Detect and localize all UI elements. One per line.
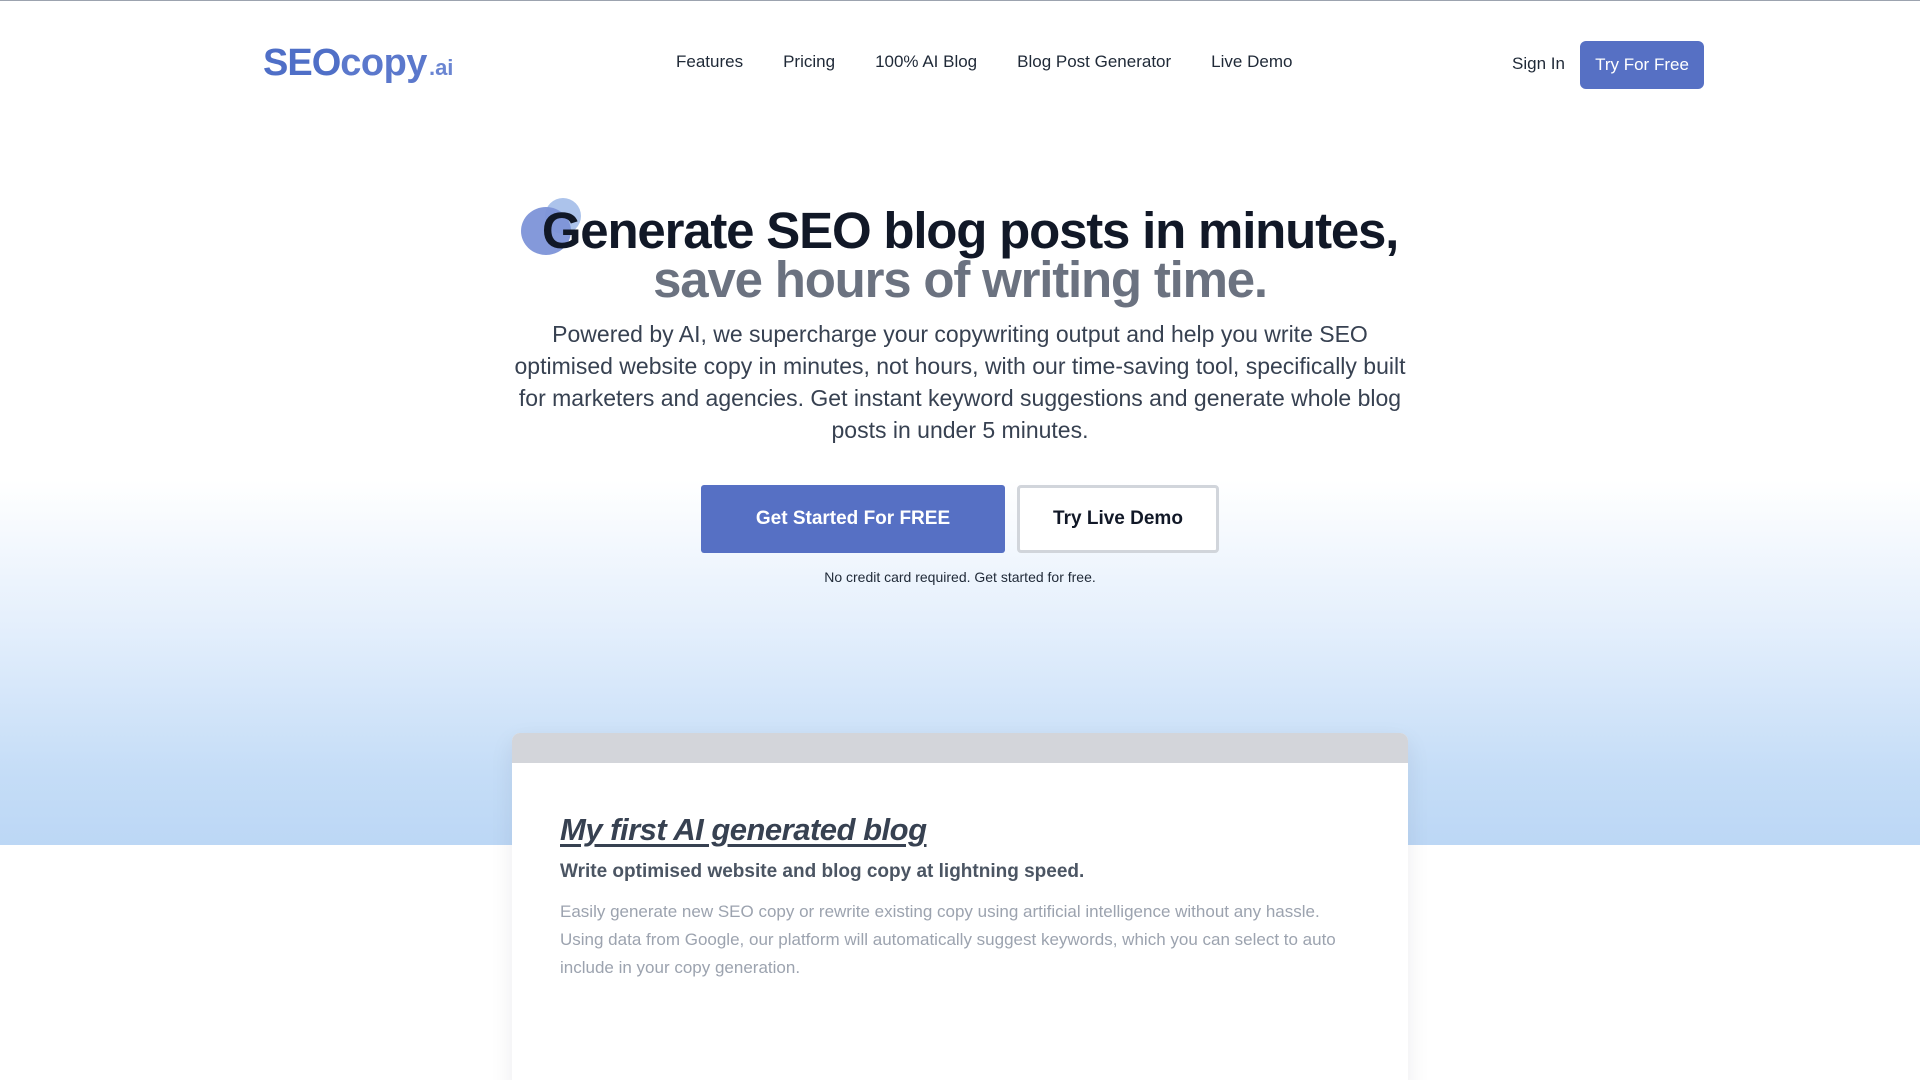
logo-seo: SEO [263,42,341,84]
nav-features[interactable]: Features [676,52,743,72]
demo-blog-title: My first AI generated blog [560,812,927,847]
nav-blog-post-generator[interactable]: Blog Post Generator [1017,52,1171,72]
demo-blog-body: Easily generate new SEO copy or rewrite … [560,902,1336,977]
try-live-demo-button[interactable]: Try Live Demo [1017,485,1219,553]
nav-live-demo[interactable]: Live Demo [1211,52,1292,72]
no-credit-card-note: No credit card required. Get started for… [824,569,1096,585]
main-nav: Features Pricing 100% AI Blog Blog Post … [676,52,1332,72]
hero-title: Generate SEO blog posts in minutes, save… [480,202,1440,308]
hero-description: Powered by AI, we supercharge your copyw… [514,321,1406,443]
demo-blog-subtitle: Write optimised website and blog copy at… [560,861,1085,882]
sign-in-link[interactable]: Sign In [1512,54,1565,74]
logo[interactable]: SEO copy .ai [263,42,453,86]
nav-ai-blog[interactable]: 100% AI Blog [875,52,977,72]
site-header: SEO copy .ai Features Pricing 100% AI Blog… [0,0,1920,130]
page: SEO copy .ai Features Pricing 100% AI Blog… [0,0,1920,1080]
card-title-bar [512,733,1408,763]
demo-editor-card: My first AI generated blog Write optimis… [512,733,1408,1080]
logo-suffix: .ai [428,55,454,80]
nav-pricing[interactable]: Pricing [783,52,835,72]
hero-title-line1: Generate SEO blog posts in minutes, [541,202,1400,259]
logo-copy: copy [340,42,427,84]
hero-title-line2: save hours of writing time. [653,251,1268,308]
try-for-free-button[interactable]: Try For Free [1580,41,1704,89]
get-started-button[interactable]: Get Started For FREE [701,485,1005,553]
